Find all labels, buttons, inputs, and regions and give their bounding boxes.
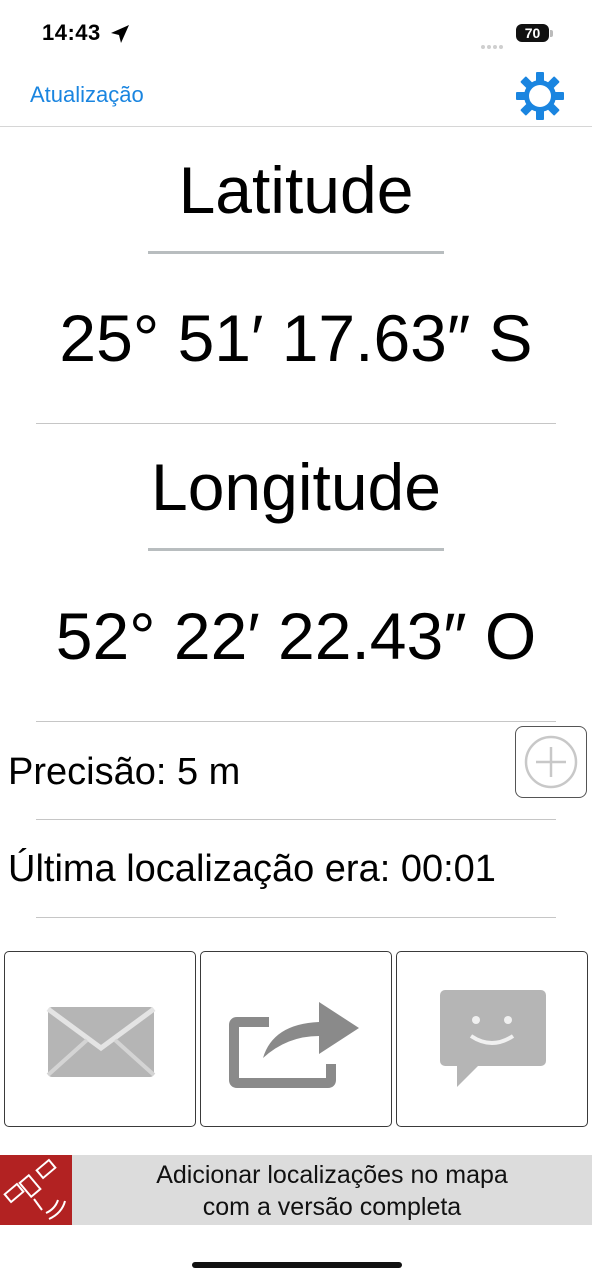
home-indicator	[192, 1262, 402, 1268]
share-icon	[229, 1002, 359, 1088]
email-button[interactable]	[4, 951, 196, 1127]
banner-line-2: com a versão completa	[202, 1193, 462, 1221]
nav-bar: Atualização	[0, 64, 592, 127]
location-arrow-icon	[111, 25, 129, 43]
section-divider	[36, 917, 556, 918]
banner-line-1: Adicionar localizações no mapa	[156, 1161, 508, 1189]
refresh-button[interactable]: Atualização	[30, 82, 144, 108]
section-divider	[36, 819, 556, 820]
banner-text: Adicionar localizações no mapa com a ver…	[72, 1159, 592, 1223]
plus-circle-icon	[524, 735, 578, 789]
share-button[interactable]	[200, 951, 392, 1127]
last-location-label: Última localização era: 00:01	[8, 848, 496, 890]
longitude-divider	[148, 548, 444, 551]
full-version-banner[interactable]: Adicionar localizações no mapa com a ver…	[0, 1155, 592, 1225]
longitude-value: 52° 22′ 22.43″ O	[55, 599, 537, 673]
longitude-heading: Longitude	[151, 450, 441, 524]
add-location-button[interactable]	[515, 726, 587, 798]
latitude-divider	[148, 251, 444, 254]
message-button[interactable]	[396, 951, 588, 1127]
precision-label: Precisão: 5 m	[8, 751, 241, 793]
message-icon	[440, 990, 546, 1087]
section-divider	[36, 423, 556, 424]
signal-dots-icon	[481, 36, 511, 49]
latitude-heading: Latitude	[178, 153, 414, 227]
satellite-icon	[0, 1155, 72, 1225]
battery-tip	[550, 30, 553, 37]
status-bar: 14:43 70	[0, 0, 592, 64]
gear-icon[interactable]	[515, 71, 565, 121]
status-time: 14:43	[42, 20, 101, 45]
battery-icon: 70	[516, 24, 549, 42]
section-divider	[36, 721, 556, 722]
latitude-value: 25° 51′ 17.63″ S	[59, 301, 533, 375]
envelope-icon	[46, 1006, 156, 1077]
